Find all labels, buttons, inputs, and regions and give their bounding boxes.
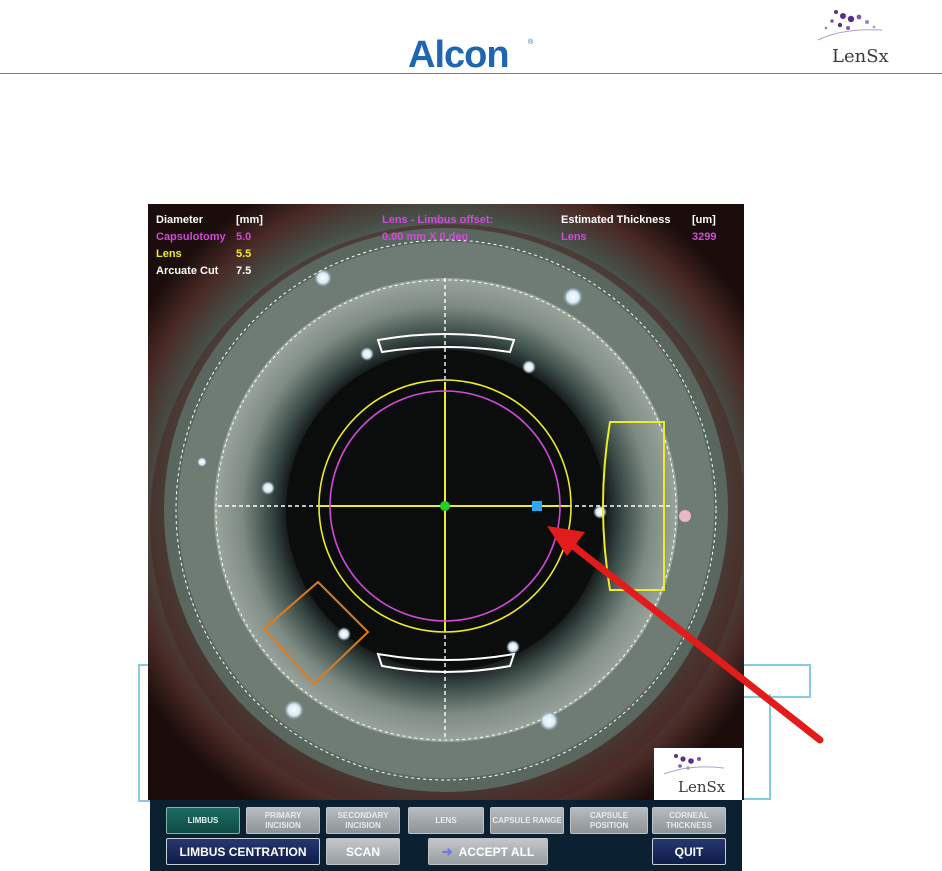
quit-button[interactable]: QUIT bbox=[652, 838, 726, 865]
limbus-button[interactable]: LIMBUS bbox=[166, 807, 240, 834]
lens-button[interactable]: LENS bbox=[408, 807, 484, 834]
arrow-right-icon: ➜ bbox=[441, 843, 453, 859]
corneal-thickness-button[interactable]: CORNEAL THICKNESS bbox=[652, 807, 726, 834]
primary-incision-button[interactable]: PRIMARY INCISION bbox=[246, 807, 320, 834]
control-toolbar: LIMBUS PRIMARY INCISION SECONDARY INCISI… bbox=[150, 800, 742, 871]
accept-all-button[interactable]: ➜ ACCEPT ALL bbox=[428, 838, 548, 865]
annotation-arrow bbox=[547, 526, 824, 744]
capsule-range-button[interactable]: CAPSULE RANGE bbox=[490, 807, 564, 834]
secondary-incision-button[interactable]: SECONDARY INCISION bbox=[326, 807, 400, 834]
accept-all-label: ACCEPT ALL bbox=[458, 844, 535, 859]
capsule-position-button[interactable]: CAPSULE POSITION bbox=[570, 807, 648, 834]
scan-button[interactable]: SCAN bbox=[326, 838, 400, 865]
limbus-centration-button[interactable]: LIMBUS CENTRATION bbox=[166, 838, 320, 865]
